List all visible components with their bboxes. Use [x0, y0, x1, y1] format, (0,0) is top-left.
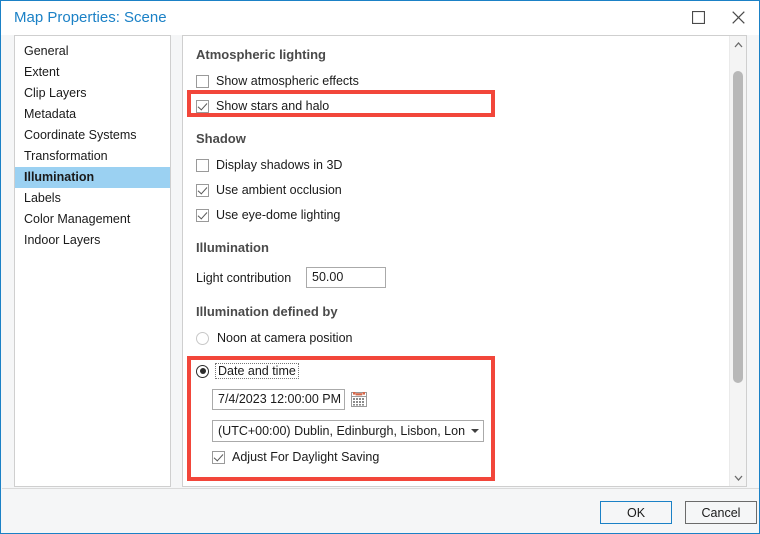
sidebar-item-indoor-layers[interactable]: Indoor Layers	[15, 230, 170, 251]
title-bar: Map Properties: Scene	[1, 1, 759, 35]
adjust-daylight-saving-row[interactable]: Adjust For Daylight Saving	[212, 450, 379, 464]
sidebar-item-coordinate-systems[interactable]: Coordinate Systems	[15, 125, 170, 146]
sidebar-item-transformation[interactable]: Transformation	[15, 146, 170, 167]
chevron-down-icon	[734, 475, 742, 481]
chevron-down-icon	[471, 429, 479, 433]
display-shadows-3d-row[interactable]: Display shadows in 3D	[196, 158, 342, 172]
panel-scrollbar[interactable]	[729, 36, 746, 486]
use-eye-dome-lighting-row[interactable]: Use eye-dome lighting	[196, 208, 340, 222]
sidebar-item-label: Clip Layers	[24, 86, 87, 100]
scrollbar-thumb[interactable]	[733, 71, 743, 383]
illumination-heading: Illumination	[196, 240, 269, 255]
sidebar-item-label: Transformation	[24, 149, 108, 163]
dialog-footer: OK Cancel	[2, 488, 759, 533]
sidebar-item-clip-layers[interactable]: Clip Layers	[15, 83, 170, 104]
maximize-button[interactable]	[676, 1, 721, 34]
noon-at-camera-position-label: Noon at camera position	[217, 331, 353, 345]
close-icon	[732, 11, 745, 24]
cancel-button[interactable]: Cancel	[685, 501, 757, 524]
timezone-select[interactable]: (UTC+00:00) Dublin, Edinburgh, Lisbon, L…	[212, 420, 484, 442]
atmospheric-lighting-heading: Atmospheric lighting	[196, 47, 326, 62]
light-contribution-row: Light contribution 50.00	[196, 267, 386, 288]
show-atmospheric-effects-row[interactable]: Show atmospheric effects	[196, 74, 359, 88]
shadow-heading: Shadow	[196, 131, 246, 146]
display-shadows-3d-checkbox[interactable]	[196, 158, 209, 172]
show-stars-and-halo-row[interactable]: Show stars and halo	[196, 99, 329, 113]
category-sidebar[interactable]: General Extent Clip Layers Metadata Coor…	[14, 35, 171, 487]
scroll-up-button[interactable]	[730, 36, 746, 53]
sidebar-item-extent[interactable]: Extent	[15, 62, 170, 83]
adjust-daylight-saving-checkbox[interactable]	[212, 450, 225, 464]
display-shadows-3d-label: Display shadows in 3D	[216, 158, 343, 172]
show-atmospheric-effects-checkbox[interactable]	[196, 74, 209, 88]
ok-button[interactable]: OK	[600, 501, 672, 524]
use-eye-dome-lighting-label: Use eye-dome lighting	[216, 208, 341, 222]
close-button[interactable]	[716, 1, 759, 34]
map-properties-dialog: Map Properties: Scene General Extent Cli…	[0, 0, 760, 534]
sidebar-item-labels[interactable]: Labels	[15, 188, 170, 209]
sidebar-item-label: Extent	[24, 65, 60, 79]
use-ambient-occlusion-checkbox[interactable]	[196, 183, 209, 197]
light-contribution-label: Light contribution	[196, 270, 292, 285]
sidebar-item-color-management[interactable]: Color Management	[15, 209, 170, 230]
show-atmospheric-effects-label: Show atmospheric effects	[216, 74, 359, 88]
sidebar-item-label: Illumination	[24, 170, 95, 184]
illumination-settings-panel: Atmospheric lighting Show atmospheric ef…	[182, 35, 747, 487]
sidebar-item-label: Coordinate Systems	[24, 128, 137, 142]
light-contribution-input[interactable]: 50.00	[306, 267, 386, 288]
maximize-icon	[692, 11, 705, 24]
date-time-input[interactable]: 7/4/2023 12:00:00 PM	[212, 389, 345, 410]
calendar-icon[interactable]	[351, 392, 367, 407]
date-and-time-row[interactable]: Date and time	[196, 363, 299, 379]
settings-content: Atmospheric lighting Show atmospheric ef…	[183, 36, 716, 486]
use-ambient-occlusion-label: Use ambient occlusion	[216, 183, 342, 197]
sidebar-item-metadata[interactable]: Metadata	[15, 104, 170, 125]
sidebar-item-label: Indoor Layers	[24, 233, 101, 247]
adjust-daylight-saving-label: Adjust For Daylight Saving	[232, 450, 380, 464]
scroll-down-button[interactable]	[730, 469, 746, 486]
sidebar-item-label: Color Management	[24, 212, 131, 226]
sidebar-item-general[interactable]: General	[15, 41, 170, 62]
noon-at-camera-position-radio[interactable]	[196, 331, 209, 345]
use-ambient-occlusion-row[interactable]: Use ambient occlusion	[196, 183, 342, 197]
date-time-field-row: 7/4/2023 12:00:00 PM	[212, 389, 367, 410]
noon-at-camera-position-row[interactable]: Noon at camera position	[196, 331, 353, 345]
date-and-time-label: Date and time	[215, 363, 299, 379]
use-eye-dome-lighting-checkbox[interactable]	[196, 208, 209, 222]
chevron-up-icon	[734, 41, 742, 47]
sidebar-item-label: General	[24, 44, 69, 58]
sidebar-item-label: Metadata	[24, 107, 77, 121]
show-stars-and-halo-checkbox[interactable]	[196, 99, 209, 113]
sidebar-item-illumination[interactable]: Illumination	[15, 167, 170, 188]
page-title: Map Properties: Scene	[14, 9, 167, 26]
show-stars-and-halo-label: Show stars and halo	[216, 99, 330, 113]
date-and-time-radio[interactable]	[196, 364, 209, 378]
illumination-defined-by-heading: Illumination defined by	[196, 304, 338, 319]
sidebar-item-label: Labels	[24, 191, 61, 205]
timezone-value: (UTC+00:00) Dublin, Edinburgh, Lisbon, L…	[218, 424, 465, 438]
